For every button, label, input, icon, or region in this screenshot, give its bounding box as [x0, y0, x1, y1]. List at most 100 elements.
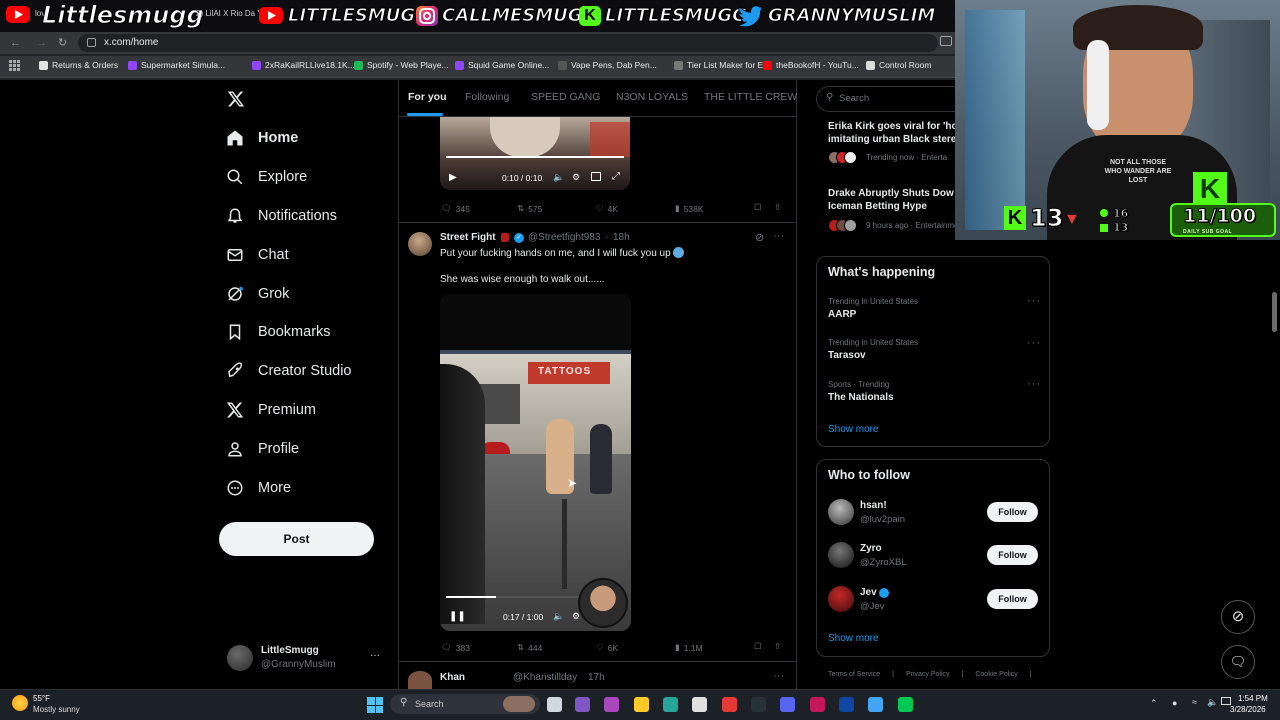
author-avatar[interactable] [408, 232, 432, 256]
sidebar-item-bookmarks[interactable]: Bookmarks [226, 319, 331, 345]
sidebar-item-home[interactable]: Home [226, 125, 298, 151]
post-author-handle[interactable]: @Streetfight983 [528, 232, 600, 243]
forward-button[interactable]: → [36, 37, 47, 49]
follow-button[interactable]: Follow [987, 589, 1038, 609]
pip-icon[interactable] [591, 172, 601, 181]
pause-icon[interactable]: ❚❚ [449, 611, 466, 622]
widgets-icon[interactable] [604, 697, 619, 712]
like-button[interactable]: ♡ 4K [596, 203, 618, 214]
account-name[interactable]: LittleSmugg [261, 645, 319, 656]
views-button[interactable]: ▮ 1.1M [675, 642, 703, 653]
fullscreen-icon[interactable]: ⤢ [612, 171, 620, 182]
volume-icon[interactable]: 🔈 [553, 611, 564, 622]
follow-button[interactable]: Follow [987, 502, 1038, 522]
reload-button[interactable]: ↻ [58, 36, 67, 49]
bookmark-item[interactable]: theBookofH - YouTu... [763, 60, 859, 70]
store-icon[interactable] [692, 697, 707, 712]
post-author-handle[interactable]: @Khanstillday [513, 672, 577, 683]
sidebar-item-grok[interactable]: Grok [226, 281, 289, 307]
chrome-icon[interactable] [722, 697, 737, 712]
show-more-link[interactable]: Show more [828, 424, 879, 435]
wifi-icon[interactable]: ≈ [1192, 697, 1197, 707]
weather-sun-icon[interactable] [12, 695, 28, 711]
news-title-line-2[interactable]: imitating urban Black stere [828, 134, 956, 145]
copilot-icon[interactable] [575, 697, 590, 712]
sidebar-item-creator-studio[interactable]: Creator Studio [226, 358, 352, 384]
top-video-progress[interactable] [446, 156, 624, 158]
share-button[interactable]: ⇧ [774, 641, 781, 652]
trend-name[interactable]: The Nationals [828, 392, 894, 403]
sidebar-item-notifications[interactable]: Notifications [226, 203, 337, 229]
bookmark-item[interactable]: Returns & Orders [39, 60, 118, 70]
photoshop-icon[interactable] [839, 697, 854, 712]
tab-n3on-loyals[interactable]: N3ON LOYALS [616, 91, 688, 103]
post-time[interactable]: 18h [613, 232, 630, 243]
mic-icon[interactable]: ● [1172, 698, 1177, 708]
x-logo-icon[interactable] [227, 90, 245, 108]
sidebar-item-premium[interactable]: Premium [226, 397, 316, 423]
author-avatar[interactable] [408, 671, 432, 689]
follow-button[interactable]: Follow [987, 545, 1038, 565]
post-button[interactable]: Post [219, 522, 374, 556]
terms-link[interactable]: Terms of Service [828, 671, 880, 678]
grok-post-icon[interactable]: ⊘ [755, 231, 764, 244]
battery-icon[interactable] [1221, 697, 1231, 705]
notes-icon[interactable] [868, 697, 883, 712]
edge-icon[interactable] [663, 697, 678, 712]
post-more-icon[interactable]: ··· [773, 670, 784, 682]
show-more-link[interactable]: Show more [828, 633, 879, 644]
bookmark-item[interactable]: Control Room [866, 60, 931, 70]
post-author-name[interactable]: Khan [440, 672, 465, 683]
views-button[interactable]: ▮ 538K [675, 203, 704, 214]
chat-float-icon[interactable]: 🗨 [1221, 645, 1255, 679]
cast-icon[interactable] [940, 36, 952, 46]
trend-name[interactable]: AARP [828, 309, 856, 320]
news-title[interactable]: Drake Abruptly Shuts Dow [828, 188, 954, 199]
bookmark-item[interactable]: Tier List Maker for E... [674, 60, 770, 70]
follow-name[interactable]: hsan! [860, 500, 887, 511]
sidebar-item-explore[interactable]: Explore [226, 164, 307, 190]
reply-button[interactable]: 🗨 383 [441, 642, 470, 653]
tray-chevron-icon[interactable]: ⌃ [1150, 698, 1158, 709]
repost-button[interactable]: ⇅ 575 [517, 203, 542, 214]
speaker-icon[interactable]: 🔈 [1207, 697, 1218, 708]
bookmark-button[interactable]: ☐ [754, 641, 762, 652]
news-title-line-2[interactable]: Iceman Betting Hype [828, 201, 927, 212]
tab-the-little-crew[interactable]: THE LITTLE CREW [704, 91, 797, 103]
adobe-icon[interactable] [810, 697, 825, 712]
sidebar-item-more[interactable]: More [226, 475, 291, 501]
steam-icon[interactable] [751, 697, 766, 712]
settings-icon[interactable]: ⚙ [572, 172, 580, 183]
apps-grid-icon[interactable] [9, 60, 20, 71]
clock-time[interactable]: 1:54 PM [1238, 694, 1268, 703]
bookmark-item[interactable]: 2xRaKailRLLive18.1K... [252, 60, 355, 70]
back-button[interactable]: ← [10, 37, 21, 49]
discord-icon[interactable] [780, 697, 795, 712]
bookmark-item[interactable]: Vape Pens, Dab Pen... [558, 60, 657, 70]
bookmark-item[interactable]: Spotify - Web Playe... [354, 60, 449, 70]
cookie-link[interactable]: Cookie Policy [975, 671, 1017, 678]
follow-avatar[interactable] [828, 499, 854, 525]
reply-button[interactable]: 🗨 345 [441, 203, 470, 214]
file-explorer-icon[interactable] [634, 697, 649, 712]
windows-start-icon[interactable] [367, 697, 383, 713]
sidebar-item-chat[interactable]: Chat [226, 242, 289, 268]
follow-name[interactable]: Zyro [860, 543, 882, 554]
tab-following[interactable]: Following [465, 91, 509, 103]
bookmark-item[interactable]: Squid Game Online... [455, 60, 549, 70]
trend-more-icon[interactable]: ··· [1027, 337, 1041, 349]
post-more-icon[interactable]: ··· [773, 230, 784, 242]
obs-app-icon[interactable] [898, 697, 913, 712]
news-title[interactable]: Erika Kirk goes viral for 'ho [828, 121, 958, 132]
share-button[interactable]: ⇧ [774, 202, 781, 213]
tab-for-you[interactable]: For you [408, 91, 447, 103]
bookmark-button[interactable]: ☐ [754, 202, 762, 213]
follow-avatar[interactable] [828, 586, 854, 612]
privacy-link[interactable]: Privacy Policy [906, 671, 950, 678]
tab-speed-gang[interactable]: SPEED GANG [531, 91, 600, 103]
grok-float-icon[interactable]: ⊘ [1221, 600, 1255, 634]
volume-icon[interactable]: 🔈 [553, 172, 564, 183]
follow-avatar[interactable] [828, 542, 854, 568]
trend-more-icon[interactable]: ··· [1027, 378, 1041, 390]
account-menu-icon[interactable]: ··· [370, 650, 380, 661]
